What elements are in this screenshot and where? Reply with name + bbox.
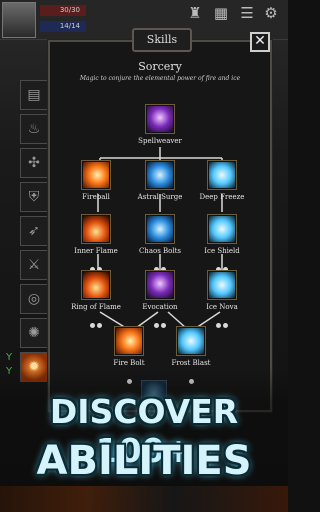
skill-fireball[interactable]: Fireball: [61, 160, 131, 201]
skill-astral-surge[interactable]: Astral Surge: [125, 160, 195, 201]
skill-name: Ice Shield: [204, 247, 240, 255]
skill-rank-dots: [125, 313, 195, 328]
evocation-icon: [145, 270, 175, 300]
bag-icon[interactable]: ▦: [212, 4, 230, 22]
promo-subheadline: ABILITIES: [36, 438, 252, 484]
fireball-icon: [81, 160, 111, 190]
spellweaver-icon: [145, 104, 175, 134]
inner-flame-icon: [81, 214, 111, 244]
claw-icon[interactable]: ⚔: [20, 250, 48, 280]
skill-name: Chaos Bolts: [138, 247, 182, 255]
skill-rank-dots: [187, 257, 257, 272]
skill-name: Ring of Flame: [71, 303, 121, 311]
skill-deep-freeze[interactable]: Deep Freeze: [187, 160, 257, 201]
ring-of-flame-icon: [81, 270, 111, 300]
skill-rank-dots: [61, 257, 131, 272]
skill-ice-shield[interactable]: Ice Shield: [187, 214, 257, 272]
skill-rank-dots: [125, 257, 195, 272]
book-icon[interactable]: ▤: [20, 80, 48, 110]
skill-evocation[interactable]: Evocation: [125, 270, 195, 328]
chaos-bolts-icon: [145, 214, 175, 244]
journal-icon[interactable]: ☰: [238, 4, 256, 22]
skill-name: Spellweaver: [138, 137, 182, 145]
bottom-hotbar: [0, 486, 288, 512]
ice-shield-icon: [207, 214, 237, 244]
skill-name: Deep Freeze: [199, 193, 245, 201]
skill-ice-nova[interactable]: Ice Nova: [187, 270, 257, 328]
skill-ring-of-flame[interactable]: Ring of Flame: [61, 270, 131, 328]
ice-nova-icon: [207, 270, 237, 300]
gear-icon[interactable]: ⚙: [262, 4, 280, 22]
glyph-icon[interactable]: ✺: [20, 318, 48, 348]
ability-sidebar: ▤ ♨ ✣ ⛨ ➶ ⚔ ◎ ✺ ✹: [20, 80, 48, 386]
skill-rank-dots: [61, 313, 131, 328]
skill-name: Fire Bolt: [113, 359, 145, 367]
player-portrait[interactable]: [2, 2, 36, 38]
vortex-icon[interactable]: ◎: [20, 284, 48, 314]
castle-icon[interactable]: ♜: [186, 4, 204, 22]
skill-name: Fireball: [82, 193, 110, 201]
skill-name: Ice Nova: [206, 303, 238, 311]
skill-name: Frost Blast: [171, 359, 211, 367]
shield-icon[interactable]: ⛨: [20, 182, 48, 212]
skill-name: Evocation: [142, 303, 178, 311]
rune-icon[interactable]: ✣: [20, 148, 48, 178]
frost-blast-icon: [176, 326, 206, 356]
cauldron-icon[interactable]: ♨: [20, 114, 48, 144]
health-bar: 30/30: [40, 5, 86, 16]
skill-inner-flame[interactable]: Inner Flame: [61, 214, 131, 272]
skill-name: Astral Surge: [137, 193, 183, 201]
skills-modal: Skills ✕ Sorcery Magic to conjure the el…: [48, 28, 272, 412]
bow-icon[interactable]: ➶: [20, 216, 48, 246]
skill-rank-dots: [187, 313, 257, 328]
log-fragment-1: Y: [6, 352, 13, 363]
astral-surge-icon: [145, 160, 175, 190]
skill-spellweaver[interactable]: Spellweaver: [125, 104, 195, 145]
skill-chaos-bolts[interactable]: Chaos Bolts: [125, 214, 195, 272]
skill-name: Inner Flame: [74, 247, 118, 255]
mana-bar: 14/14: [40, 21, 86, 32]
deep-freeze-icon: [207, 160, 237, 190]
fire-bolt-icon: [114, 326, 144, 356]
